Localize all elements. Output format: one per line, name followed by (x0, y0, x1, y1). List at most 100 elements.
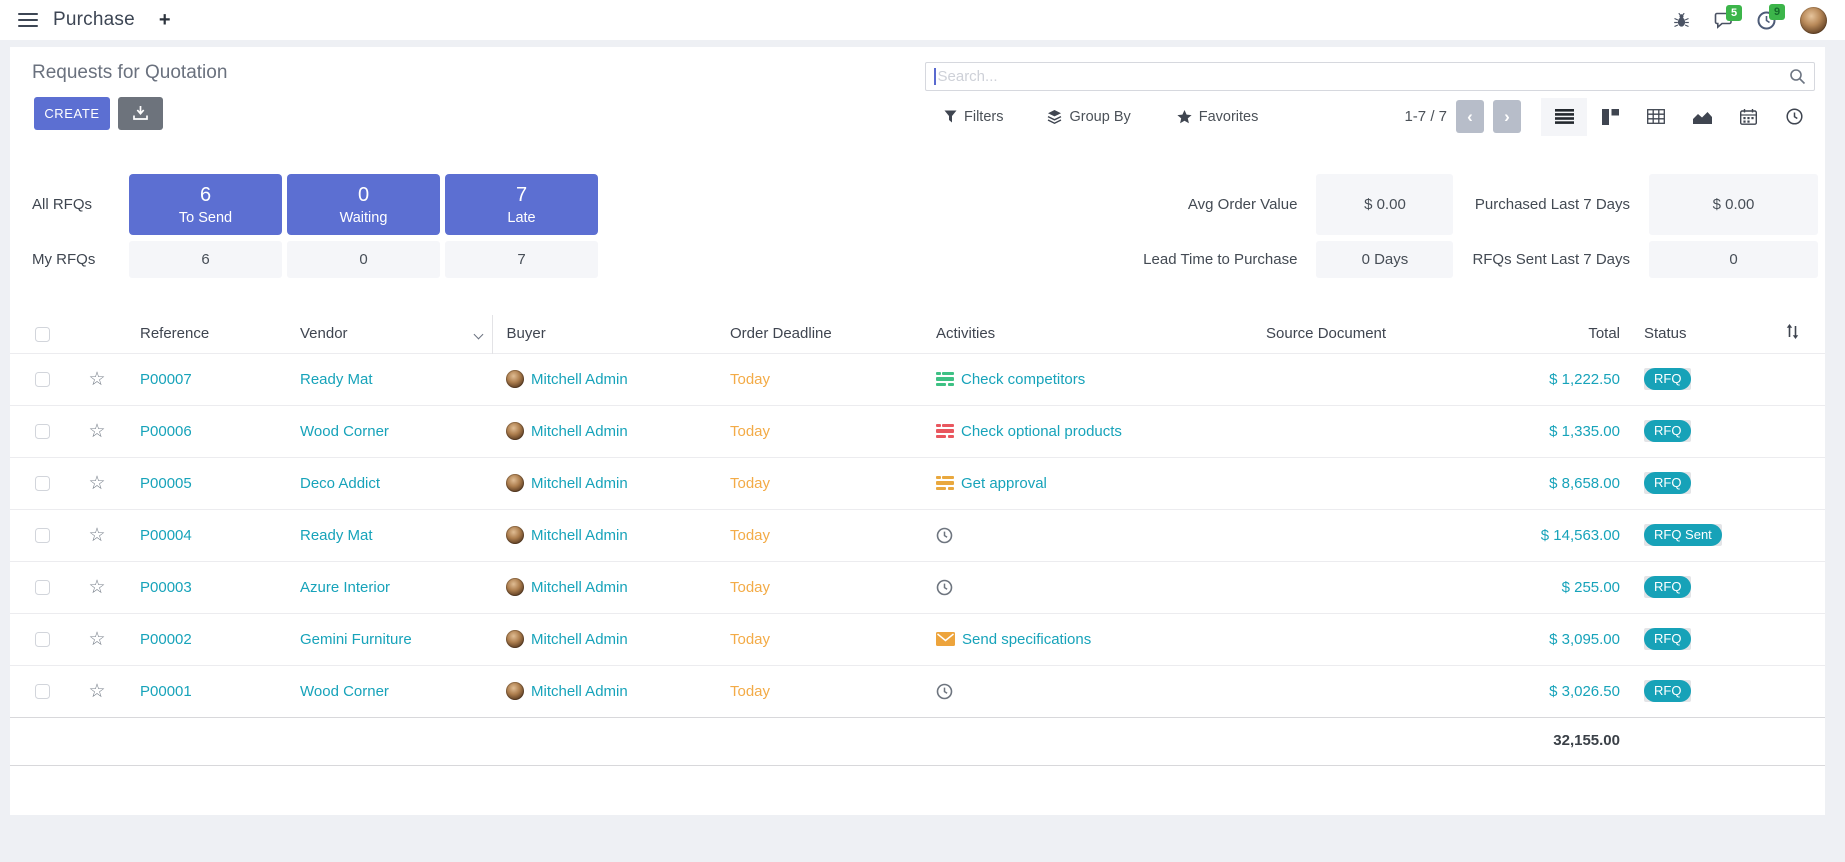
kpi-button[interactable]: 7 Late (445, 174, 598, 235)
favorite-star-icon[interactable] (88, 681, 105, 702)
vendor-link[interactable]: Ready Mat (300, 371, 373, 388)
buyer-link[interactable]: Mitchell Admin (531, 371, 628, 388)
pager-next-button[interactable]: › (1493, 100, 1521, 133)
buyer-link[interactable]: Mitchell Admin (531, 475, 628, 492)
pivot-view-button[interactable] (1633, 98, 1679, 136)
kpi-button[interactable]: 0 Waiting (287, 174, 440, 235)
select-all-checkbox[interactable] (35, 327, 50, 342)
favorite-star-icon[interactable] (88, 525, 105, 546)
column-header-reference[interactable]: Reference (120, 315, 286, 353)
row-checkbox[interactable] (35, 372, 50, 387)
funnel-icon (944, 110, 957, 123)
activity-icon[interactable] (936, 579, 953, 596)
kanban-view-button[interactable] (1587, 98, 1633, 136)
activity-icon[interactable] (936, 632, 955, 646)
row-checkbox[interactable] (35, 476, 50, 491)
column-header-source[interactable]: Source Document (1252, 315, 1470, 353)
vendor-link[interactable]: Ready Mat (300, 527, 373, 544)
column-header-buyer[interactable]: Buyer (492, 315, 716, 353)
group-by-button[interactable]: Group By (1047, 109, 1130, 125)
table-row[interactable]: P00002 Gemini Furniture Mitchell Admin T… (10, 613, 1825, 665)
activity-view-button[interactable] (1771, 98, 1817, 136)
vendor-link[interactable]: Wood Corner (300, 683, 389, 700)
my-rfq-count[interactable]: 7 (445, 241, 598, 278)
graph-view-button[interactable] (1679, 98, 1725, 136)
activity-icon[interactable] (936, 372, 954, 387)
favorite-star-icon[interactable] (88, 421, 105, 442)
buyer-link[interactable]: Mitchell Admin (531, 423, 628, 440)
buyer-link[interactable]: Mitchell Admin (531, 579, 628, 596)
favorite-star-icon[interactable] (88, 369, 105, 390)
table-row[interactable]: P00005 Deco Addict Mitchell Admin Today … (10, 457, 1825, 509)
new-tab-icon[interactable]: + (159, 9, 171, 32)
column-header-deadline[interactable]: Order Deadline (716, 315, 922, 353)
reference-link[interactable]: P00002 (140, 631, 192, 648)
create-button[interactable]: CREATE (34, 97, 110, 130)
search-bar[interactable] (925, 62, 1815, 91)
user-avatar[interactable] (1800, 7, 1827, 34)
buyer-link[interactable]: Mitchell Admin (531, 631, 628, 648)
row-checkbox[interactable] (35, 632, 50, 647)
status-badge: RFQ (1644, 628, 1691, 650)
row-checkbox[interactable] (35, 684, 50, 699)
column-header-status[interactable]: Status (1630, 315, 1760, 353)
row-checkbox[interactable] (35, 424, 50, 439)
kpi-label: Waiting (340, 210, 388, 226)
table-row[interactable]: P00004 Ready Mat Mitchell Admin Today $ … (10, 509, 1825, 561)
table-row[interactable]: P00003 Azure Interior Mitchell Admin Tod… (10, 561, 1825, 613)
column-header-total[interactable]: Total (1470, 315, 1630, 353)
calendar-view-button[interactable] (1725, 98, 1771, 136)
buyer-link[interactable]: Mitchell Admin (531, 527, 628, 544)
list-view-button[interactable] (1541, 98, 1587, 136)
column-header-activities[interactable]: Activities (922, 315, 1252, 353)
messages-icon[interactable]: 5 (1714, 12, 1733, 29)
buyer-avatar-icon (506, 578, 524, 596)
favorite-star-icon[interactable] (88, 577, 105, 598)
messages-badge: 5 (1726, 5, 1742, 21)
activity-icon[interactable] (936, 527, 953, 544)
activity-link[interactable]: Send specifications (962, 631, 1091, 648)
search-input[interactable] (938, 68, 1790, 85)
reference-link[interactable]: P00006 (140, 423, 192, 440)
activity-link[interactable]: Get approval (961, 475, 1047, 492)
vendor-link[interactable]: Azure Interior (300, 579, 390, 596)
optional-columns-icon[interactable] (1785, 326, 1800, 343)
reference-link[interactable]: P00003 (140, 579, 192, 596)
favorite-star-icon[interactable] (88, 473, 105, 494)
order-deadline-value: Today (730, 475, 770, 492)
table-row[interactable]: P00007 Ready Mat Mitchell Admin Today Ch… (10, 353, 1825, 405)
reference-link[interactable]: P00004 (140, 527, 192, 544)
activity-link[interactable]: Check competitors (961, 371, 1085, 388)
row-checkbox[interactable] (35, 528, 50, 543)
debug-bug-icon[interactable] (1673, 12, 1690, 29)
apps-menu-icon[interactable] (18, 13, 38, 28)
search-icon[interactable] (1789, 68, 1806, 85)
kpi-button[interactable]: 6 To Send (129, 174, 282, 235)
vendor-link[interactable]: Gemini Furniture (300, 631, 412, 648)
activity-icon[interactable] (936, 424, 954, 439)
vendor-link[interactable]: Wood Corner (300, 423, 389, 440)
activity-link[interactable]: Check optional products (961, 423, 1122, 440)
order-deadline-value: Today (730, 527, 770, 544)
activity-icon[interactable] (936, 683, 953, 700)
table-row[interactable]: P00001 Wood Corner Mitchell Admin Today … (10, 665, 1825, 717)
my-rfq-count[interactable]: 0 (287, 241, 440, 278)
favorite-star-icon[interactable] (88, 629, 105, 650)
favorites-button[interactable]: Favorites (1177, 109, 1259, 125)
row-checkbox[interactable] (35, 580, 50, 595)
activities-clock-icon[interactable]: 9 (1757, 11, 1776, 30)
pager-previous-button[interactable]: ‹ (1456, 100, 1484, 133)
column-header-vendor[interactable]: Vendor (286, 315, 492, 353)
buyer-link[interactable]: Mitchell Admin (531, 683, 628, 700)
app-title[interactable]: Purchase (53, 9, 135, 31)
activity-icon[interactable] (936, 476, 954, 491)
vendor-link[interactable]: Deco Addict (300, 475, 380, 492)
reference-link[interactable]: P00001 (140, 683, 192, 700)
stat-value: 0 Days (1316, 241, 1453, 278)
filters-button[interactable]: Filters (944, 109, 1003, 125)
reference-link[interactable]: P00007 (140, 371, 192, 388)
my-rfq-count[interactable]: 6 (129, 241, 282, 278)
export-button[interactable] (118, 97, 163, 130)
reference-link[interactable]: P00005 (140, 475, 192, 492)
table-row[interactable]: P00006 Wood Corner Mitchell Admin Today … (10, 405, 1825, 457)
